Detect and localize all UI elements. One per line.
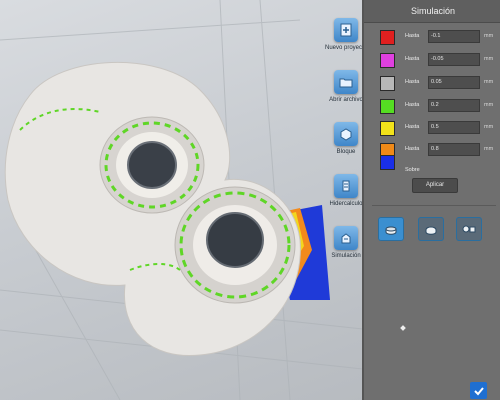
new-project-icon [334,18,358,42]
unit-label: mm [484,102,494,108]
threshold-input[interactable]: 0.05 [428,76,480,89]
simulation-panel: Simulación Hasta -0.1 mm Hasta -0.05 mm … [362,0,500,400]
row-caption: Hasta [405,79,420,85]
unit-label: mm [484,79,494,85]
view-mode-block-icon [425,226,437,235]
apply-button[interactable]: Aplicar [412,178,458,193]
open-file-icon [334,70,358,94]
threshold-input[interactable]: 0.2 [428,99,480,112]
row-caption: Hasta [405,56,420,62]
color-swatch-magenta[interactable] [380,53,395,68]
calculate-icon [334,174,358,198]
threshold-row: Hasta 0.05 mm [380,76,500,92]
view-mode-solid-button[interactable] [378,217,404,241]
color-swatch-red[interactable] [380,30,395,45]
row-caption: Hasta [405,124,420,130]
color-swatch-green[interactable] [380,99,395,114]
scanned-model [4,61,301,357]
view-mode-compare-icon [462,225,476,233]
unit-label: mm [484,56,494,62]
block-icon [334,122,358,146]
unit-label: mm [484,146,494,152]
view-mode-solid-icon [385,226,397,235]
threshold-row: Hasta 0.5 mm [380,121,500,137]
color-swatch-gray[interactable] [380,76,395,91]
panel-divider [372,205,496,206]
threshold-row: Hasta 0.2 mm [380,99,500,115]
threshold-input[interactable]: -0.1 [428,30,480,43]
color-swatch-blue[interactable] [380,155,395,170]
checkmark-icon [473,386,484,395]
unit-label: mm [484,124,494,130]
row-caption: Hasta [405,146,420,152]
color-swatch-yellow[interactable] [380,121,395,136]
threshold-row-over: Sobre [380,155,500,173]
row-caption: Sobre [405,167,420,173]
threshold-row: Hasta -0.1 mm [380,30,500,46]
row-caption: Hasta [405,33,420,39]
confirm-button[interactable] [470,382,487,399]
view-mode-compare-button[interactable] [456,217,482,241]
threshold-input[interactable]: -0.05 [428,53,480,66]
view-mode-block-button[interactable] [418,217,444,241]
unit-label: mm [484,33,494,39]
simulation-icon [334,226,358,250]
panel-title: Simulación [364,0,500,23]
threshold-row: Hasta -0.05 mm [380,53,500,69]
row-caption: Hasta [405,102,420,108]
threshold-input[interactable]: 0.5 [428,121,480,134]
